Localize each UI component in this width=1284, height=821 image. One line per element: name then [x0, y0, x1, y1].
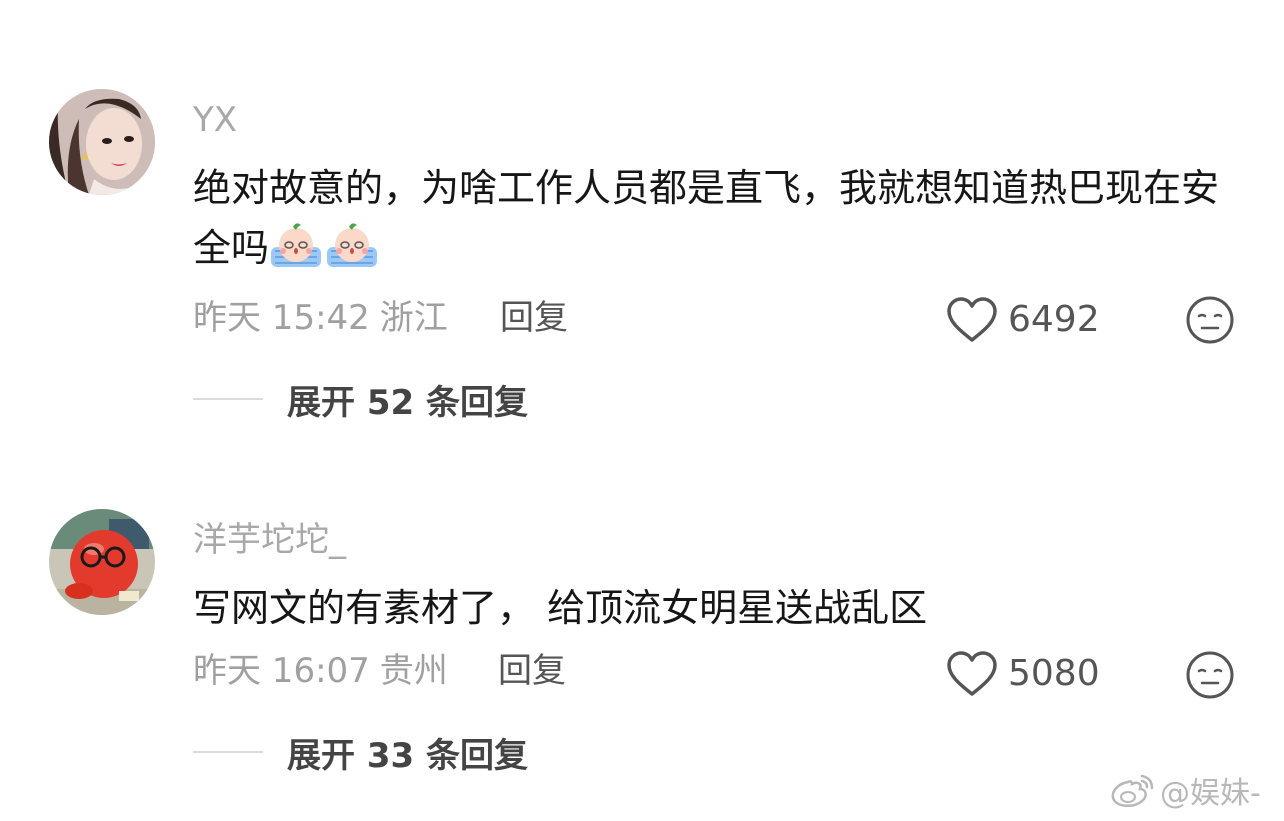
username[interactable]: 洋芋坨坨_ [193, 520, 346, 560]
avatar-red-ball-icon [49, 509, 155, 615]
comment-location: 贵州 [379, 651, 448, 691]
comment-text-body: 写网文的有素材了， 给顶流女明星送战乱区 [193, 586, 928, 630]
reply-button[interactable]: 回复 [498, 650, 566, 692]
watermark-text: @娱妹- [1160, 776, 1261, 811]
divider-line [193, 751, 263, 753]
expand-replies-label: 展开 33 条回复 [287, 735, 528, 776]
comment-meta: 昨天 16:07 贵州 [193, 650, 448, 692]
like-button[interactable]: 5080 [946, 650, 1100, 698]
expand-replies-button[interactable]: 展开 33 条回复 [193, 730, 528, 776]
meh-face-icon [1186, 651, 1234, 699]
heart-icon [947, 651, 997, 696]
watermark: @娱妹- [1108, 768, 1261, 812]
comment-item: 洋芋坨坨_ 写网文的有素材了， 给顶流女明星送战乱区 昨天 16:07 贵州 回复… [0, 0, 1284, 821]
comment-text: 写网文的有素材了， 给顶流女明星送战乱区 [193, 578, 1253, 638]
weibo-logo-icon [1111, 774, 1154, 807]
comment-time: 昨天 16:07 [193, 651, 370, 691]
user-avatar[interactable] [49, 509, 155, 615]
like-count: 5080 [1008, 653, 1100, 694]
dislike-button[interactable] [1185, 650, 1235, 700]
